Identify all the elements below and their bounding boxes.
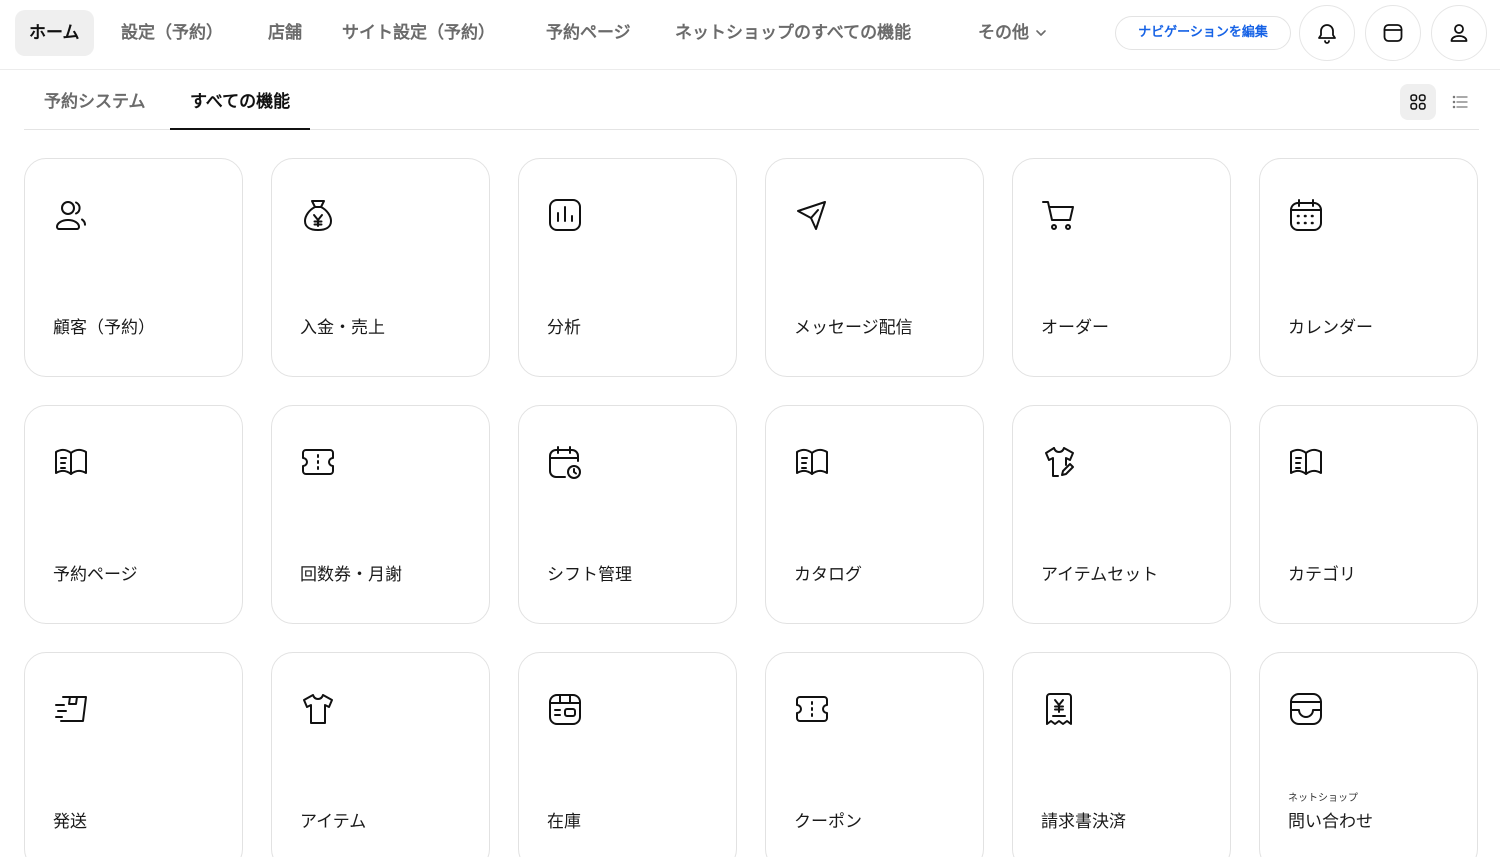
feature-card-orders[interactable]: オーダー xyxy=(1012,158,1231,377)
nav-item-reservation-settings[interactable]: 設定（予約） xyxy=(121,10,223,56)
nav-item-reservation-page[interactable]: 予約ページ xyxy=(546,10,631,56)
account-button[interactable] xyxy=(1431,5,1487,61)
list-view-icon xyxy=(1451,93,1469,111)
feature-label: 予約ページ xyxy=(53,565,138,585)
feature-card-payments-sales[interactable]: 入金・売上 xyxy=(271,158,490,377)
calendar-icon xyxy=(1288,197,1324,233)
open-book-icon xyxy=(1288,444,1324,480)
feature-card-calendar[interactable]: カレンダー xyxy=(1259,158,1478,377)
feature-card-shift-management[interactable]: シフト管理 xyxy=(518,405,737,624)
feature-label: クーポン xyxy=(794,812,862,832)
feature-label: 在庫 xyxy=(547,812,581,832)
tab-reservation-system[interactable]: 予約システム xyxy=(44,80,146,130)
feature-sublabel: ネットショップ xyxy=(1288,793,1358,804)
tab-all-features[interactable]: すべての機能 xyxy=(170,80,311,130)
customers-icon xyxy=(53,197,89,233)
shirt-edit-icon xyxy=(1041,444,1077,480)
edit-navigation-button[interactable]: ナビゲーションを編集 xyxy=(1115,16,1291,50)
user-icon xyxy=(1447,21,1471,45)
feature-card-item-set[interactable]: アイテムセット xyxy=(1012,405,1231,624)
inbox-icon xyxy=(1288,691,1324,727)
feature-label: 請求書決済 xyxy=(1041,812,1126,832)
feature-card-invoice-payment[interactable]: 請求書決済 xyxy=(1012,652,1231,857)
feature-label: アイテム xyxy=(300,812,367,832)
shirt-icon xyxy=(300,691,336,727)
feature-label: アイテムセット xyxy=(1041,565,1159,585)
invoice-yen-icon xyxy=(1041,691,1077,727)
feature-card-shipping[interactable]: 発送 xyxy=(24,652,243,857)
paper-plane-icon xyxy=(794,197,830,233)
grid-view-button[interactable] xyxy=(1400,84,1436,120)
feature-card-inventory[interactable]: 在庫 xyxy=(518,652,737,857)
feature-label: 入金・売上 xyxy=(300,318,385,338)
top-navigation: ホーム 設定（予約） 店舗 サイト設定（予約） 予約ページ ネットショップのすべ… xyxy=(0,0,1500,70)
nav-item-netshop-all-features[interactable]: ネットショップのすべての機能 xyxy=(675,10,911,56)
nav-more-dropdown[interactable]: その他 xyxy=(978,10,1047,56)
nav-item-store[interactable]: 店舗 xyxy=(268,10,302,56)
open-book-icon xyxy=(53,444,89,480)
nav-item-home[interactable]: ホーム xyxy=(15,10,94,56)
ticket-icon xyxy=(300,444,336,480)
storefront-button[interactable] xyxy=(1365,5,1421,61)
analytics-chart-icon xyxy=(547,197,583,233)
feature-card-reservation-page[interactable]: 予約ページ xyxy=(24,405,243,624)
coupon-icon xyxy=(794,691,830,727)
feature-label: カレンダー xyxy=(1288,318,1373,338)
feature-card-catalog[interactable]: カタログ xyxy=(765,405,984,624)
list-view-button[interactable] xyxy=(1442,84,1478,120)
browser-window-icon xyxy=(1381,21,1405,45)
feature-label: シフト管理 xyxy=(547,565,632,585)
feature-label: 顧客（予約） xyxy=(53,318,155,338)
grid-view-icon xyxy=(1409,93,1427,111)
feature-card-inquiries[interactable]: ネットショップ 問い合わせ xyxy=(1259,652,1478,857)
feature-card-tickets-tuition[interactable]: 回数券・月謝 xyxy=(271,405,490,624)
shopping-cart-icon xyxy=(1041,197,1077,233)
tab-bar: 予約システム すべての機能 xyxy=(24,80,1479,130)
feature-label: メッセージ配信 xyxy=(794,318,913,338)
feature-label: オーダー xyxy=(1041,318,1109,338)
open-book-icon xyxy=(794,444,830,480)
bell-icon xyxy=(1315,21,1339,45)
feature-label: 分析 xyxy=(547,318,581,338)
money-bag-icon xyxy=(300,197,336,233)
feature-card-coupons[interactable]: クーポン xyxy=(765,652,984,857)
nav-more-label: その他 xyxy=(978,23,1029,43)
calendar-clock-icon xyxy=(547,444,583,480)
nav-item-site-settings[interactable]: サイト設定（予約） xyxy=(342,10,495,56)
feature-card-analytics[interactable]: 分析 xyxy=(518,158,737,377)
feature-card-message-delivery[interactable]: メッセージ配信 xyxy=(765,158,984,377)
feature-label: 発送 xyxy=(53,812,87,832)
notifications-button[interactable] xyxy=(1299,5,1355,61)
feature-label: 問い合わせ xyxy=(1288,812,1373,832)
feature-label: カテゴリ xyxy=(1288,565,1356,585)
feature-label: カタログ xyxy=(794,565,862,585)
feature-card-items[interactable]: アイテム xyxy=(271,652,490,857)
feature-label: 回数券・月謝 xyxy=(300,565,402,585)
feature-card-category[interactable]: カテゴリ xyxy=(1259,405,1478,624)
feature-card-customers[interactable]: 顧客（予約） xyxy=(24,158,243,377)
inventory-box-icon xyxy=(547,691,583,727)
chevron-down-icon xyxy=(1035,27,1047,39)
shipping-box-icon xyxy=(53,691,89,727)
